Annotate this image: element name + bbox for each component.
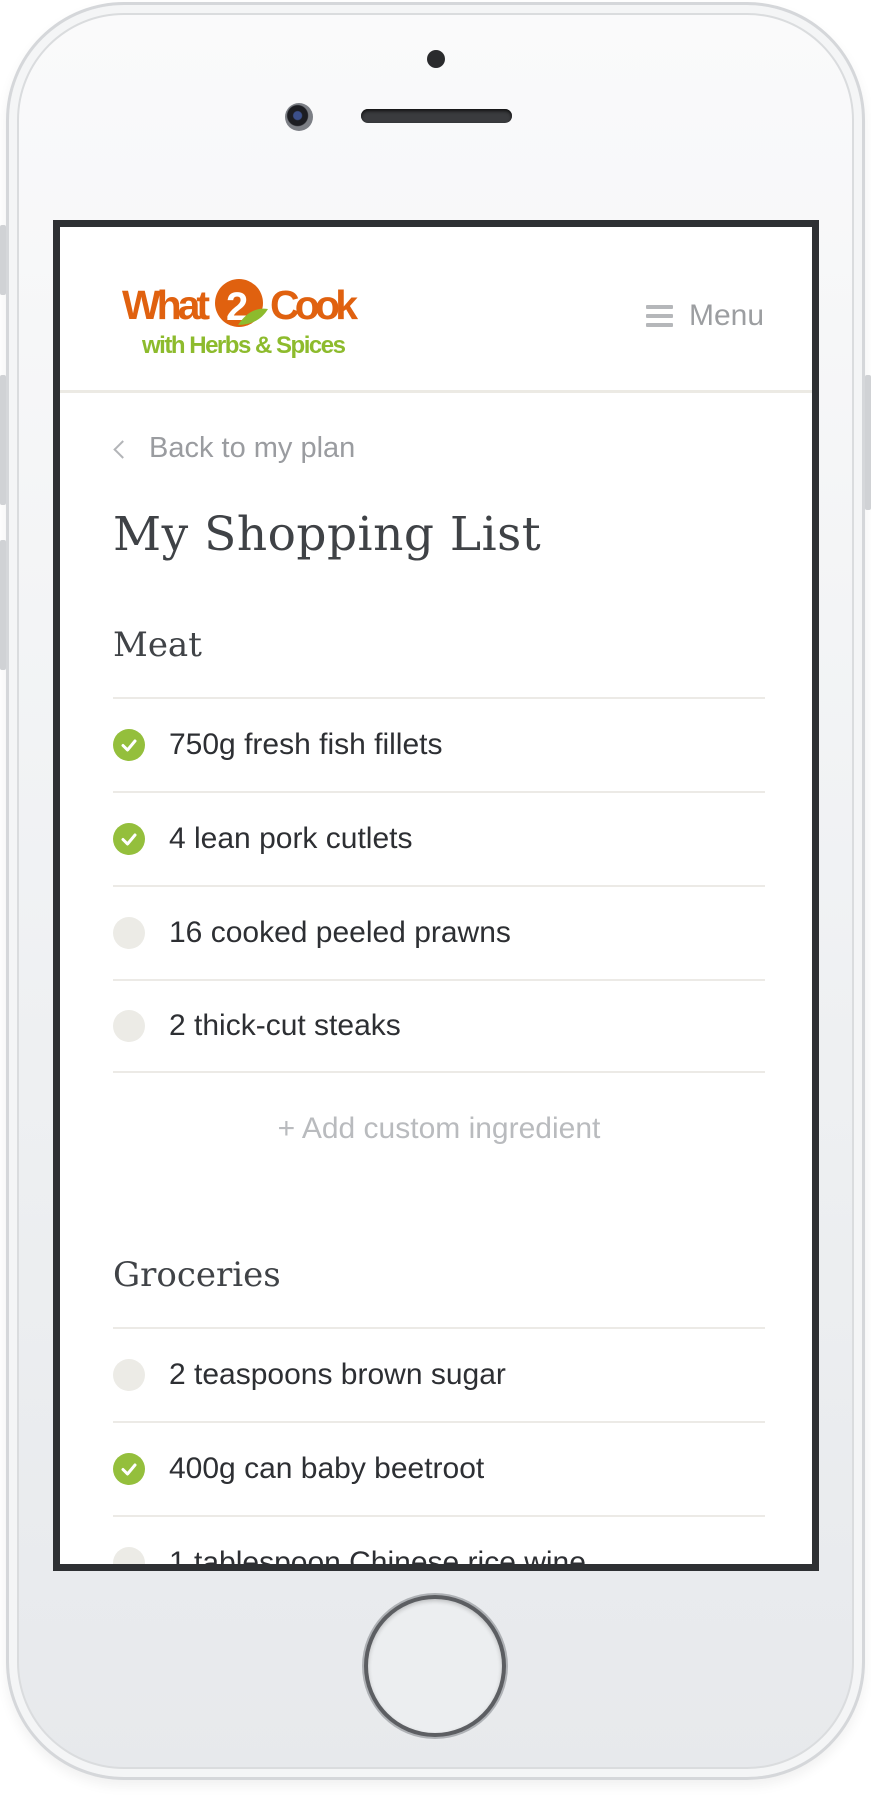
check-toggle[interactable] <box>113 917 145 949</box>
volume-up-button <box>0 375 6 505</box>
check-toggle[interactable] <box>113 729 145 761</box>
item-label: 4 lean pork cutlets <box>169 822 413 855</box>
what2cook-logo[interactable]: What 2 Cook with Herbs & Spices <box>122 269 362 359</box>
groceries-list: 2 teaspoons brown sugar 400g can baby be… <box>113 1327 765 1571</box>
phone-screen: What 2 Cook with Herbs & Spices Menu Bac… <box>53 220 819 1571</box>
chevron-left-icon <box>113 440 132 459</box>
list-item[interactable]: 1 tablespoon Chinese rice wine <box>113 1515 765 1571</box>
svg-text:Cook: Cook <box>270 282 358 328</box>
hamburger-icon <box>645 305 673 327</box>
checkmark-icon <box>121 833 137 846</box>
back-link[interactable]: Back to my plan <box>113 432 356 465</box>
page-title: My Shopping List <box>113 507 542 562</box>
list-item[interactable]: 4 lean pork cutlets <box>113 791 765 885</box>
add-custom-ingredient-button[interactable]: + Add custom ingredient <box>113 1112 765 1146</box>
front-camera <box>285 103 313 131</box>
item-label: 1 tablespoon Chinese rice wine <box>169 1546 586 1571</box>
section-title-groceries: Groceries <box>113 1255 281 1295</box>
check-toggle[interactable] <box>113 1359 145 1391</box>
proximity-sensor <box>427 50 445 68</box>
check-toggle[interactable] <box>113 1547 145 1564</box>
checkmark-icon <box>121 739 137 752</box>
svg-text:What: What <box>122 282 210 328</box>
earpiece-speaker <box>361 109 512 123</box>
meat-list: 750g fresh fish fillets 4 lean pork cutl… <box>113 697 765 1073</box>
svg-text:with Herbs & Spices: with Herbs & Spices <box>141 332 346 359</box>
back-link-label: Back to my plan <box>149 432 356 464</box>
item-label: 2 teaspoons brown sugar <box>169 1358 506 1391</box>
volume-down-button <box>0 540 6 670</box>
item-label: 750g fresh fish fillets <box>169 728 443 761</box>
list-item[interactable]: 400g can baby beetroot <box>113 1421 765 1515</box>
site-header: What 2 Cook with Herbs & Spices Menu <box>60 227 812 393</box>
power-button <box>865 375 871 510</box>
menu-button[interactable]: Menu <box>645 299 764 333</box>
item-label: 2 thick-cut steaks <box>169 1009 401 1042</box>
list-item[interactable]: 750g fresh fish fillets <box>113 697 765 791</box>
check-toggle[interactable] <box>113 823 145 855</box>
home-button[interactable] <box>368 1599 502 1733</box>
item-label: 400g can baby beetroot <box>169 1452 485 1485</box>
list-item[interactable]: 2 thick-cut steaks <box>113 979 765 1073</box>
list-item[interactable]: 16 cooked peeled prawns <box>113 885 765 979</box>
menu-label: Menu <box>688 299 764 332</box>
check-toggle[interactable] <box>113 1453 145 1485</box>
silent-switch <box>0 225 6 295</box>
section-title-meat: Meat <box>113 625 202 665</box>
item-label: 16 cooked peeled prawns <box>169 916 511 949</box>
checkmark-icon <box>121 1463 137 1476</box>
list-item[interactable]: 2 teaspoons brown sugar <box>113 1327 765 1421</box>
check-toggle[interactable] <box>113 1010 145 1042</box>
